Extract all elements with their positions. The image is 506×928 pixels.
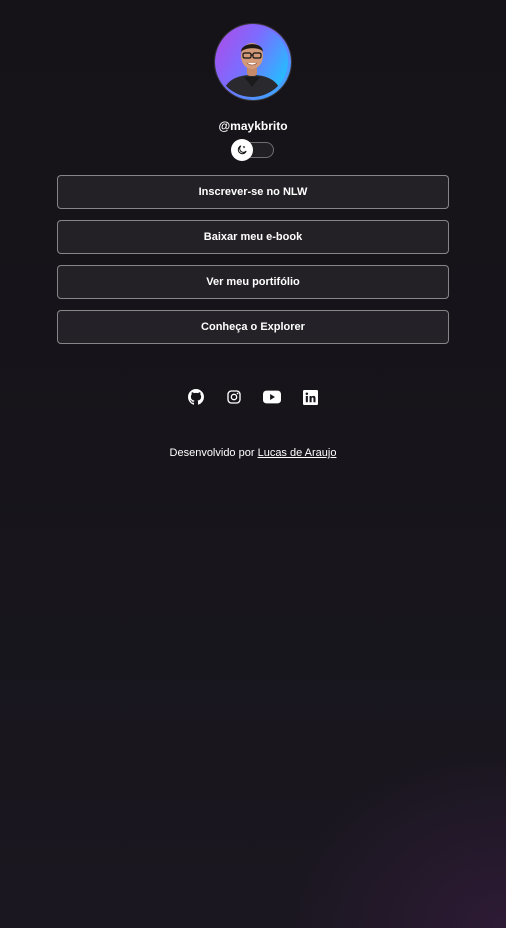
- list-item: Ver meu portifólio: [57, 265, 449, 299]
- github-icon: [188, 389, 204, 405]
- youtube-icon: [263, 390, 281, 404]
- link-list: Inscrever-se no NLW Baixar meu e-book Ve…: [57, 175, 449, 355]
- link-button-portfolio[interactable]: Ver meu portifólio: [57, 265, 449, 299]
- list-item: Baixar meu e-book: [57, 220, 449, 254]
- linkedin-link[interactable]: [301, 388, 319, 406]
- avatar: [215, 24, 291, 100]
- list-item: Conheça o Explorer: [57, 310, 449, 344]
- page-container: @maykbrito Inscrever-se no NLW Baixar me…: [57, 0, 449, 460]
- toggle-knob[interactable]: [231, 139, 253, 161]
- list-item: Inscrever-se no NLW: [57, 175, 449, 209]
- social-links: [187, 388, 319, 406]
- instagram-icon: [227, 390, 241, 404]
- username: @maykbrito: [218, 119, 288, 133]
- author-link[interactable]: Lucas de Araujo: [258, 447, 337, 459]
- avatar-image: [216, 25, 288, 97]
- github-link[interactable]: [187, 388, 205, 406]
- footer: Desenvolvido por Lucas de Araujo: [170, 446, 337, 460]
- theme-toggle[interactable]: [231, 139, 274, 161]
- linkedin-icon: [302, 389, 318, 405]
- link-button-nlw[interactable]: Inscrever-se no NLW: [57, 175, 449, 209]
- link-button-ebook[interactable]: Baixar meu e-book: [57, 220, 449, 254]
- youtube-link[interactable]: [263, 388, 281, 406]
- link-button-explorer[interactable]: Conheça o Explorer: [57, 310, 449, 344]
- instagram-link[interactable]: [225, 388, 243, 406]
- moon-icon: [237, 145, 247, 155]
- footer-prefix: Desenvolvido por: [169, 447, 255, 459]
